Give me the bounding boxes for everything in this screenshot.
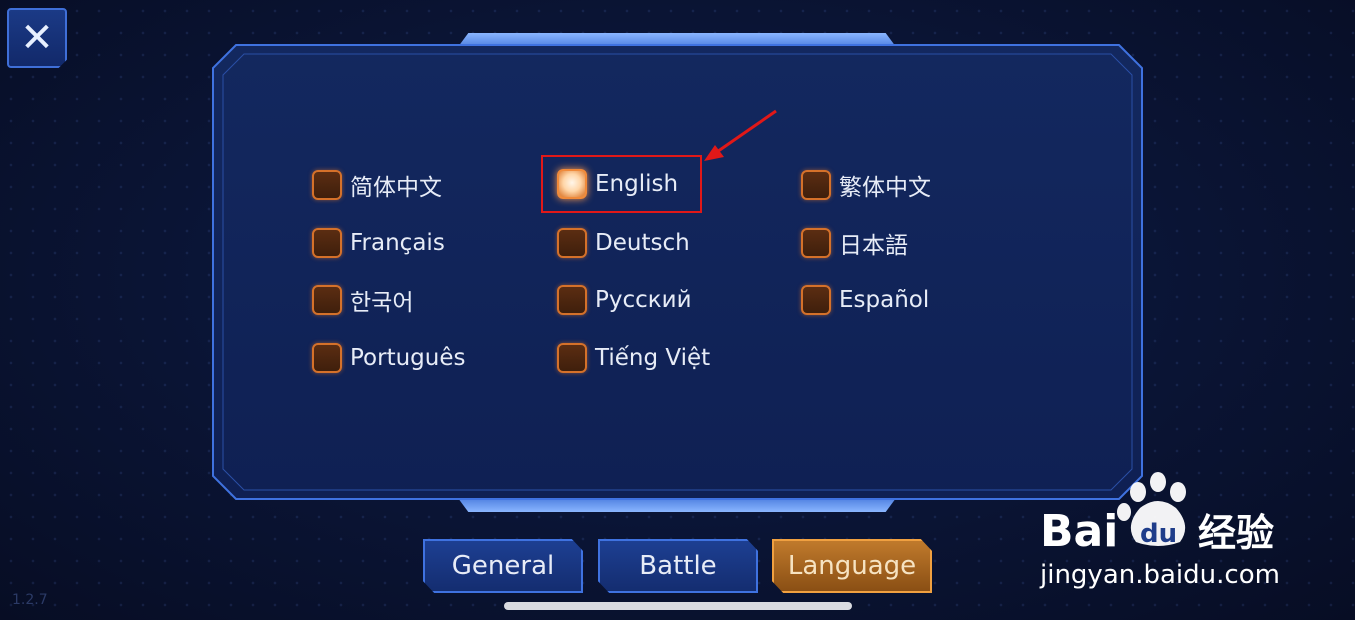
checkbox[interactable] bbox=[801, 228, 831, 258]
checkbox[interactable] bbox=[312, 343, 342, 373]
checkbox[interactable] bbox=[312, 170, 342, 200]
tab-language[interactable]: Language bbox=[772, 539, 932, 593]
svg-text:经验: 经验 bbox=[1198, 511, 1274, 555]
tab-general[interactable]: General bbox=[423, 539, 583, 593]
svg-text:Bai: Bai bbox=[1040, 506, 1118, 557]
checkbox[interactable] bbox=[312, 285, 342, 315]
baidu-watermark-logo: Bai du 经验 bbox=[1040, 472, 1274, 557]
annotation-highlight-box bbox=[541, 155, 702, 213]
language-option-spanish[interactable]: Español bbox=[801, 282, 929, 318]
language-option-japanese[interactable]: 日本語 bbox=[801, 225, 908, 261]
language-option-german[interactable]: Deutsch bbox=[557, 225, 690, 261]
watermark-url: jingyan.baidu.com bbox=[1040, 560, 1280, 590]
version-label: 1.2.7 bbox=[12, 592, 48, 608]
annotation-arrow-icon bbox=[704, 109, 777, 161]
language-option-french[interactable]: Français bbox=[312, 225, 445, 261]
checkbox[interactable] bbox=[557, 285, 587, 315]
tab-battle[interactable]: Battle bbox=[598, 539, 758, 593]
checkbox[interactable] bbox=[557, 228, 587, 258]
language-option-russian[interactable]: Русский bbox=[557, 282, 692, 318]
language-option-korean[interactable]: 한국어 bbox=[312, 282, 413, 318]
checkbox[interactable] bbox=[312, 228, 342, 258]
close-icon: ✕ bbox=[20, 15, 54, 61]
language-option-simplified-chinese[interactable]: 简体中文 bbox=[312, 167, 442, 203]
language-option-vietnamese[interactable]: Tiếng Việt bbox=[557, 340, 710, 376]
language-panel bbox=[212, 44, 1143, 500]
checkbox[interactable] bbox=[557, 343, 587, 373]
home-indicator bbox=[504, 602, 852, 610]
checkbox[interactable] bbox=[801, 285, 831, 315]
close-button[interactable]: ✕ bbox=[7, 8, 67, 68]
language-option-portuguese[interactable]: Português bbox=[312, 340, 465, 376]
svg-text:du: du bbox=[1140, 519, 1177, 549]
checkbox[interactable] bbox=[801, 170, 831, 200]
language-option-traditional-chinese[interactable]: 繁体中文 bbox=[801, 167, 931, 203]
